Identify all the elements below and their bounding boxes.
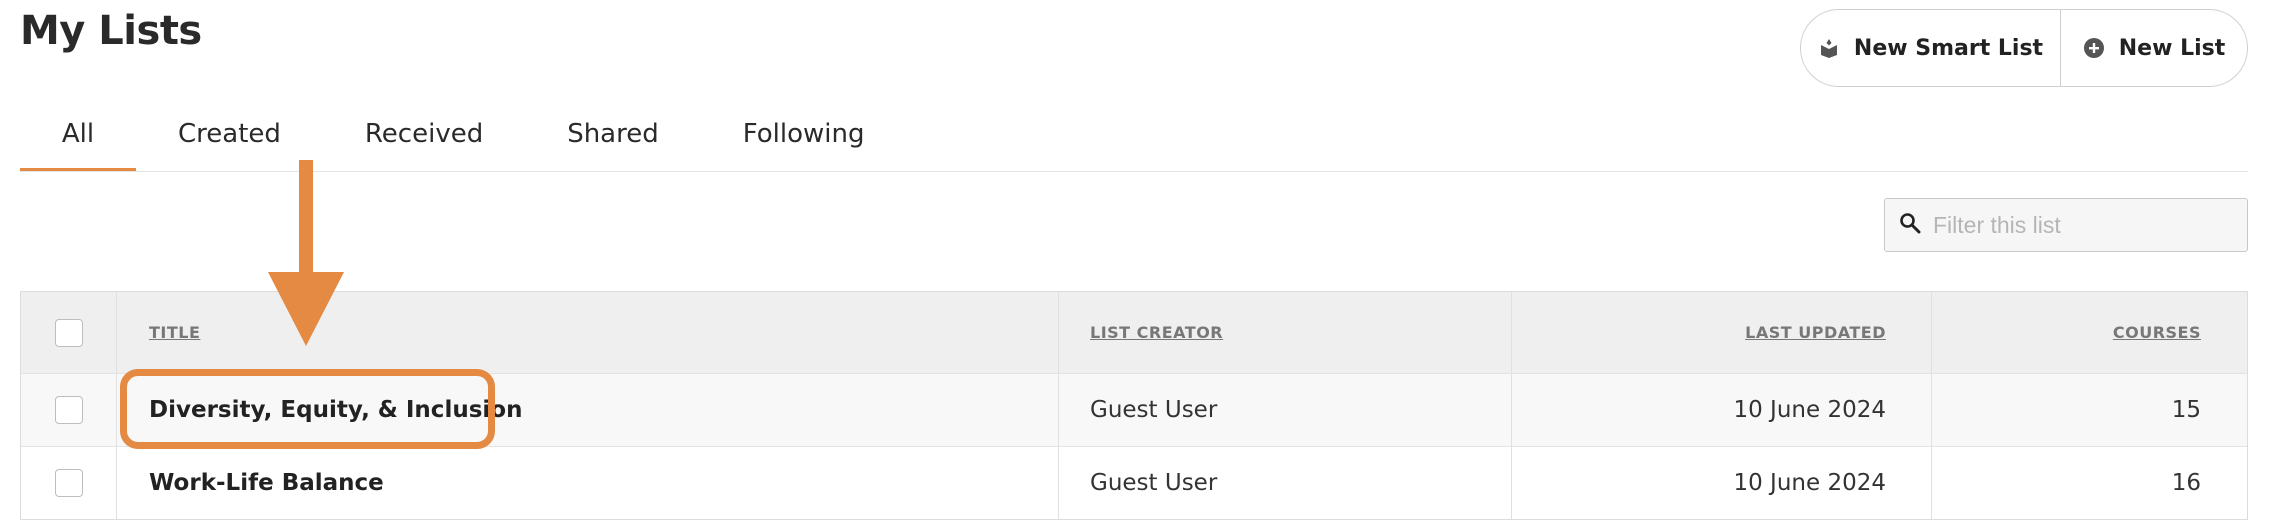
title-column-header[interactable]: TITLE (149, 323, 200, 342)
list-creator: Guest User (1090, 470, 1218, 496)
table-row: Diversity, Equity, & Inclusion Guest Use… (21, 373, 2247, 446)
new-list-label: New List (2118, 35, 2226, 61)
new-list-button[interactable]: New List (2061, 10, 2247, 86)
courses-column-header[interactable]: COURSES (2113, 323, 2201, 342)
tab-following[interactable]: Following (701, 96, 907, 172)
new-smart-list-label: New Smart List (1853, 35, 2044, 61)
list-actions: New Smart List New List (1800, 9, 2248, 87)
courses-count: 15 (2171, 397, 2201, 423)
row-checkbox[interactable] (54, 396, 83, 424)
list-title-link[interactable]: Work-Life Balance (149, 470, 384, 496)
search-icon (1899, 212, 1921, 238)
last-updated: 10 June 2024 (1733, 397, 1886, 423)
filter-input[interactable] (1933, 211, 2223, 239)
list-tabs: All Created Received Shared Following (20, 96, 907, 172)
tab-shared[interactable]: Shared (525, 96, 701, 172)
table-row: Work-Life Balance Guest User 10 June 202… (21, 446, 2247, 519)
list-creator: Guest User (1090, 397, 1218, 423)
filter-field (1884, 198, 2248, 252)
select-all-checkbox[interactable] (54, 318, 83, 347)
tab-created[interactable]: Created (136, 96, 323, 172)
last-updated: 10 June 2024 (1733, 470, 1886, 496)
my-lists-page: My Lists New Smart List New List All Cre… (0, 0, 2269, 530)
new-smart-list-button[interactable]: New Smart List (1801, 10, 2061, 86)
list-title-link[interactable]: Diversity, Equity, & Inclusion (149, 397, 522, 423)
tabs-divider (20, 171, 2248, 172)
tab-received[interactable]: Received (323, 96, 525, 172)
lists-table: TITLE LIST CREATOR LAST UPDATED COURSES … (20, 291, 2248, 520)
row-checkbox[interactable] (54, 469, 83, 497)
table-header: TITLE LIST CREATOR LAST UPDATED COURSES (21, 292, 2247, 373)
last-updated-column-header[interactable]: LAST UPDATED (1745, 323, 1886, 342)
smart-list-icon (1818, 37, 1840, 59)
plus-circle-icon (2083, 37, 2105, 59)
page-title: My Lists (20, 8, 202, 54)
courses-count: 16 (2171, 470, 2201, 496)
list-creator-column-header[interactable]: LIST CREATOR (1090, 323, 1223, 342)
tab-all[interactable]: All (20, 96, 136, 172)
